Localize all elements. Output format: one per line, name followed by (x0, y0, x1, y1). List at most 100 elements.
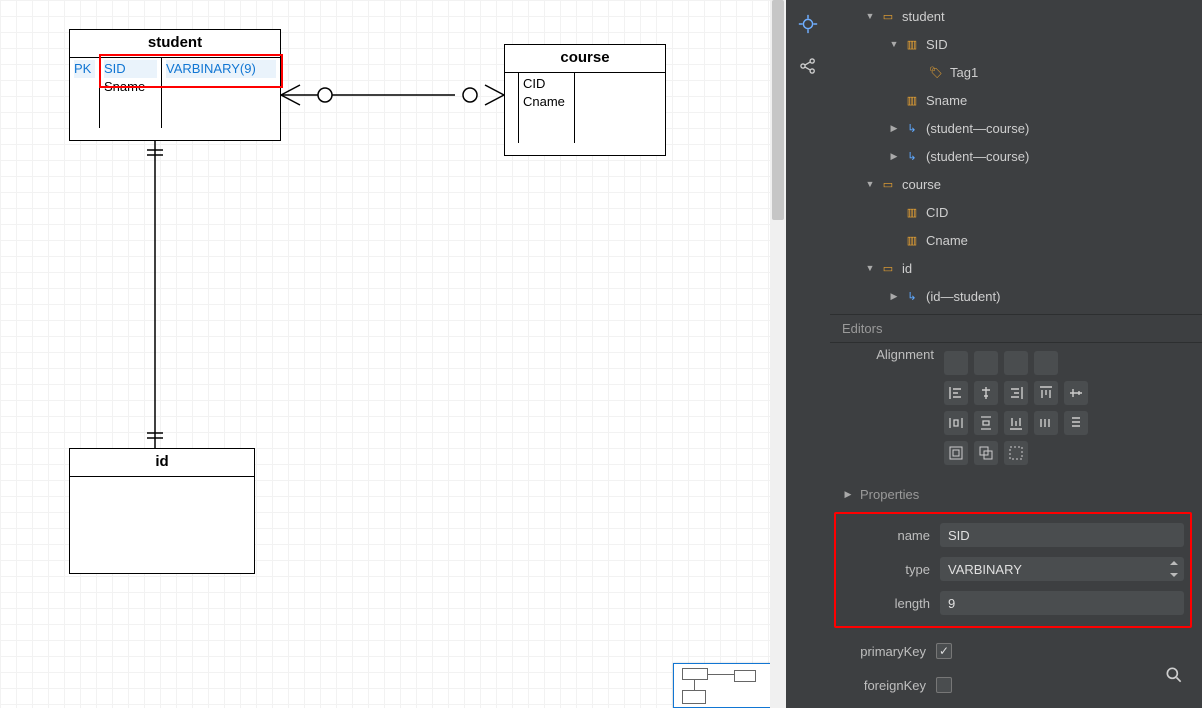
align-bottom-icon[interactable] (1004, 411, 1028, 435)
editors-panel: Alignment (830, 342, 1202, 481)
tree-entity-student[interactable]: ▭ student (830, 2, 1202, 30)
tag-icon: 🏷 (928, 64, 944, 80)
prop-type-label: type (838, 562, 930, 577)
ungroup-icon[interactable] (974, 441, 998, 465)
spacing-h-icon[interactable] (1034, 411, 1058, 435)
attr-name[interactable]: CID (523, 75, 570, 93)
disclosure-icon[interactable] (842, 489, 854, 500)
attr-name[interactable]: SID (104, 60, 157, 78)
column-icon: ▥ (904, 232, 920, 248)
tree-entity-course[interactable]: ▭ course (830, 170, 1202, 198)
diagram-canvas-area: student PK SID Sname VARBINARY(9) cou (0, 0, 786, 708)
entity-id[interactable]: id (69, 448, 255, 574)
tree-col-sname[interactable]: ▥ Sname (830, 86, 1202, 114)
properties-highlight-box: name SID type VARBINARY length 9 (834, 512, 1192, 628)
attr-type[interactable]: VARBINARY(9) (166, 60, 276, 78)
btn-placeholder[interactable] (944, 351, 968, 375)
alignment-row: Alignment (842, 347, 1190, 475)
properties-form: name SID type VARBINARY length 9 primary… (830, 508, 1202, 708)
tree-entity-id[interactable]: ▭ id (830, 254, 1202, 282)
distribute-v-icon[interactable] (974, 411, 998, 435)
tree-col-sid[interactable]: ▥ SID (830, 30, 1202, 58)
tree-label: Tag1 (950, 65, 978, 80)
name-input[interactable]: SID (940, 523, 1184, 547)
entity-title: course (505, 45, 665, 73)
column-icon: ▥ (904, 36, 920, 52)
disclosure-icon[interactable] (864, 179, 876, 189)
group-icon[interactable] (944, 441, 968, 465)
name-col: CID Cname (519, 73, 575, 143)
tree-label: id (902, 261, 912, 276)
entity-course[interactable]: course CID Cname (504, 44, 666, 156)
prop-foreignkey-row: foreignKey (834, 668, 1192, 702)
entity-title: student (70, 30, 280, 58)
tree-label: course (902, 177, 941, 192)
disclosure-icon[interactable] (888, 151, 900, 162)
align-top-icon[interactable] (1034, 381, 1058, 405)
diagram-canvas[interactable]: student PK SID Sname VARBINARY(9) cou (0, 0, 786, 708)
tree-link-id-student[interactable]: ↳ (id—student) (830, 282, 1202, 310)
side-icon-strip (786, 0, 830, 708)
canvas-scrollbar[interactable] (770, 0, 786, 708)
tree-link-student-course-1[interactable]: ↳ (student—course) (830, 114, 1202, 142)
type-col (575, 73, 665, 143)
align-left-icon[interactable] (944, 381, 968, 405)
disclosure-icon[interactable] (864, 11, 876, 21)
disclosure-icon[interactable] (864, 263, 876, 273)
link-icon: ↳ (904, 288, 920, 304)
prop-referenceto-row: referenceTo — (834, 702, 1192, 708)
prop-primarykey-row: primaryKey ✓ (834, 634, 1192, 668)
length-input[interactable]: 9 (940, 591, 1184, 615)
locate-icon[interactable] (794, 10, 822, 38)
align-center-h-icon[interactable] (974, 381, 998, 405)
tree-col-cid[interactable]: ▥ CID (830, 198, 1202, 226)
entity-body: CID Cname (505, 73, 665, 143)
type-select[interactable]: VARBINARY (940, 557, 1184, 581)
pk-col: PK (70, 58, 100, 128)
tree-tag1[interactable]: 🏷 Tag1 (830, 58, 1202, 86)
properties-header[interactable]: Properties (830, 481, 1202, 508)
tree-link-student-course-2[interactable]: ↳ (student—course) (830, 142, 1202, 170)
entity-icon: ▭ (880, 176, 896, 192)
prop-type-row: type VARBINARY (838, 552, 1184, 586)
align-right-icon[interactable] (1004, 381, 1028, 405)
attr-type[interactable] (166, 78, 276, 96)
type-col: VARBINARY(9) (162, 58, 280, 128)
disclosure-icon[interactable] (888, 291, 900, 302)
tree-label: Sname (926, 93, 967, 108)
tree-label: Cname (926, 233, 968, 248)
prop-name-label: name (838, 528, 930, 543)
entity-student[interactable]: student PK SID Sname VARBINARY(9) (69, 29, 281, 141)
fit-icon[interactable] (1004, 441, 1028, 465)
prop-foreignkey-label: foreignKey (834, 678, 926, 693)
spacing-v-icon[interactable] (1064, 411, 1088, 435)
align-middle-icon[interactable] (1064, 381, 1088, 405)
outline-tree: ▭ student ▥ SID 🏷 Tag1 ▥ Sname ↳ (s (830, 0, 1202, 314)
name-col: SID Sname (100, 58, 162, 128)
disclosure-icon[interactable] (888, 39, 900, 49)
attr-name[interactable]: Sname (104, 78, 157, 96)
attr-name[interactable]: Cname (523, 93, 570, 111)
entity-icon: ▭ (880, 260, 896, 276)
btn-placeholder[interactable] (1034, 351, 1058, 375)
disclosure-icon[interactable] (888, 123, 900, 134)
column-icon: ▥ (904, 92, 920, 108)
distribute-h-icon[interactable] (944, 411, 968, 435)
search-icon[interactable] (1164, 665, 1184, 690)
tree-label: student (902, 9, 945, 24)
tree-label: CID (926, 205, 948, 220)
primarykey-checkbox[interactable]: ✓ (936, 643, 952, 659)
minimap[interactable] (673, 663, 782, 708)
pk-cell (74, 78, 95, 96)
btn-placeholder[interactable] (974, 351, 998, 375)
share-icon[interactable] (794, 52, 822, 80)
entity-title: id (70, 449, 254, 477)
tree-label: SID (926, 37, 948, 52)
scrollbar-thumb[interactable] (772, 0, 784, 220)
foreignkey-checkbox[interactable] (936, 677, 952, 693)
btn-placeholder[interactable] (1004, 351, 1028, 375)
panel-content: ▭ student ▥ SID 🏷 Tag1 ▥ Sname ↳ (s (830, 0, 1202, 708)
column-icon: ▥ (904, 204, 920, 220)
tree-col-cname[interactable]: ▥ Cname (830, 226, 1202, 254)
alignment-label: Alignment (842, 347, 934, 362)
